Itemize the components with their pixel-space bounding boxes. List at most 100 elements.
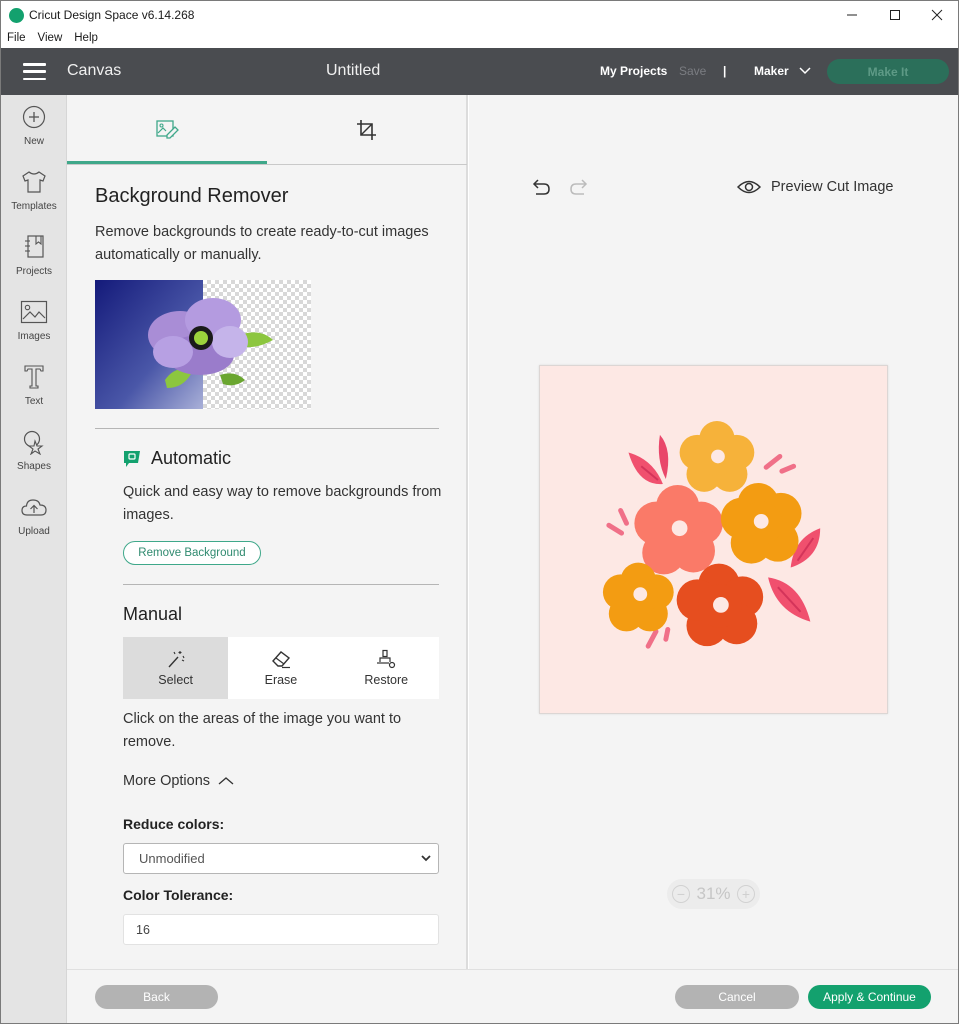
reduce-colors-select[interactable]: Unmodified (123, 843, 439, 874)
machine-label: Maker (754, 64, 789, 78)
automatic-header: Automatic (123, 448, 231, 469)
flower-red (676, 563, 764, 647)
menu-file[interactable]: File (7, 29, 26, 48)
sidebar-item-shapes[interactable]: Shapes (1, 428, 67, 488)
sidebar-item-label: New (23, 136, 44, 147)
flower-salmon (634, 484, 723, 575)
sidebar-item-label: Images (17, 331, 51, 342)
plus-circle-icon (20, 103, 48, 131)
section-divider (95, 428, 439, 429)
reduce-colors-label: Reduce colors: (123, 816, 225, 832)
preview-cut-label: Preview Cut Image (771, 179, 894, 195)
sidebar-item-projects[interactable]: Projects (1, 233, 67, 293)
cancel-button[interactable]: Cancel (675, 985, 799, 1009)
document-title[interactable]: Untitled (326, 62, 380, 80)
preview-cut-image-toggle[interactable]: Preview Cut Image (737, 179, 894, 195)
magic-wand-icon (168, 651, 185, 668)
maximize-icon (890, 10, 900, 20)
sidebar-item-label: Shapes (17, 461, 51, 472)
flower-bouquet-image (602, 421, 821, 649)
restore-tool-button[interactable]: Restore (334, 637, 439, 699)
background-remover-panel: Background Remover Remove backgrounds to… (67, 95, 468, 969)
color-tolerance-label: Color Tolerance: (123, 887, 234, 903)
zoom-out-button[interactable]: − (672, 885, 690, 903)
close-button[interactable] (914, 1, 959, 29)
select-tool-button[interactable]: Select (123, 637, 229, 699)
image-edit-icon (156, 120, 179, 139)
section-divider (123, 584, 439, 585)
flower-orange-right (720, 482, 802, 564)
zoom-in-button[interactable]: + (737, 885, 755, 903)
color-tolerance-input[interactable] (123, 914, 439, 945)
machine-selector[interactable]: Maker (754, 64, 811, 78)
sidebar-item-text[interactable]: Text (1, 363, 67, 423)
canvas-image[interactable] (539, 365, 888, 714)
chevron-up-icon (218, 777, 234, 785)
sidebar-item-images[interactable]: Images (1, 298, 67, 358)
manual-tools: Select Erase Restore (123, 637, 439, 699)
minimize-icon (847, 14, 857, 16)
save-link[interactable]: Save (679, 64, 706, 78)
notebook-icon (20, 233, 48, 261)
crop-icon (357, 120, 376, 140)
automatic-badge-icon (124, 450, 140, 467)
active-tab-indicator (67, 161, 267, 164)
tool-label: Erase (264, 673, 298, 687)
tool-label: Restore (364, 673, 409, 687)
more-options-toggle[interactable]: More Options (123, 773, 234, 789)
chevron-down-icon (799, 67, 811, 75)
app-header: Canvas Untitled My Projects Save | Maker… (1, 48, 958, 95)
header-separator: | (723, 64, 727, 78)
zoom-control: − 31% + (667, 879, 760, 909)
hamburger-menu-icon[interactable] (23, 63, 46, 80)
window-title: Cricut Design Space v6.14.268 (29, 8, 195, 22)
apply-continue-button[interactable]: Apply & Continue (808, 985, 931, 1009)
image-icon (20, 298, 48, 326)
remove-background-button[interactable]: Remove Background (123, 541, 261, 565)
text-icon (20, 363, 48, 391)
app-logo-icon (9, 8, 24, 23)
background-remover-example-image (95, 280, 311, 409)
sidebar-item-label: Text (24, 396, 44, 407)
sidebar-item-label: Projects (15, 266, 53, 277)
my-projects-link[interactable]: My Projects (600, 64, 667, 78)
panel-description: Remove backgrounds to create ready-to-cu… (95, 224, 429, 263)
redo-button[interactable] (569, 177, 591, 202)
tool-label: Select (158, 673, 194, 687)
app-window: Cricut Design Space v6.14.268 File View … (0, 0, 959, 1024)
zoom-level: 31% (696, 884, 731, 903)
sidebar-item-label: Upload (18, 526, 50, 537)
manual-title: Manual (123, 604, 183, 624)
undo-button[interactable] (529, 177, 551, 202)
tab-crop[interactable] (267, 95, 467, 165)
erase-tool-button[interactable]: Erase (228, 637, 333, 699)
minimize-button[interactable] (829, 1, 875, 29)
close-icon (931, 9, 943, 21)
automatic-title: Automatic (151, 448, 232, 468)
menu-help[interactable]: Help (74, 29, 98, 48)
eraser-icon (271, 651, 290, 669)
make-it-button[interactable]: Make It (827, 59, 949, 84)
sidebar-item-upload[interactable]: Upload (1, 493, 67, 553)
reduce-colors-value: Unmodified (139, 851, 205, 866)
menu-bar: File View Help (1, 29, 958, 48)
sidebar-item-new[interactable]: New (1, 103, 67, 163)
flower-yellow (679, 421, 755, 492)
panel-title: Background Remover (95, 185, 289, 207)
shapes-icon (20, 428, 48, 456)
left-sidebar: New Templates Projects Images Text Shape… (1, 95, 67, 1023)
cloud-upload-icon (20, 493, 48, 521)
redo-icon (570, 179, 588, 195)
menu-view[interactable]: View (38, 29, 63, 48)
back-button[interactable]: Back (95, 985, 218, 1009)
tab-background-remover[interactable] (67, 95, 267, 165)
sidebar-item-templates[interactable]: Templates (1, 168, 67, 228)
automatic-description: Quick and easy way to remove backgrounds… (123, 484, 442, 523)
sidebar-item-label: Templates (11, 201, 57, 212)
panel-tabs (67, 95, 467, 165)
more-options-label: More Options (123, 773, 211, 789)
undo-icon (532, 179, 550, 195)
canvas-area: Preview Cut Image − 31% + (469, 95, 958, 969)
maximize-button[interactable] (872, 1, 918, 29)
brush-restore-icon (377, 649, 396, 669)
